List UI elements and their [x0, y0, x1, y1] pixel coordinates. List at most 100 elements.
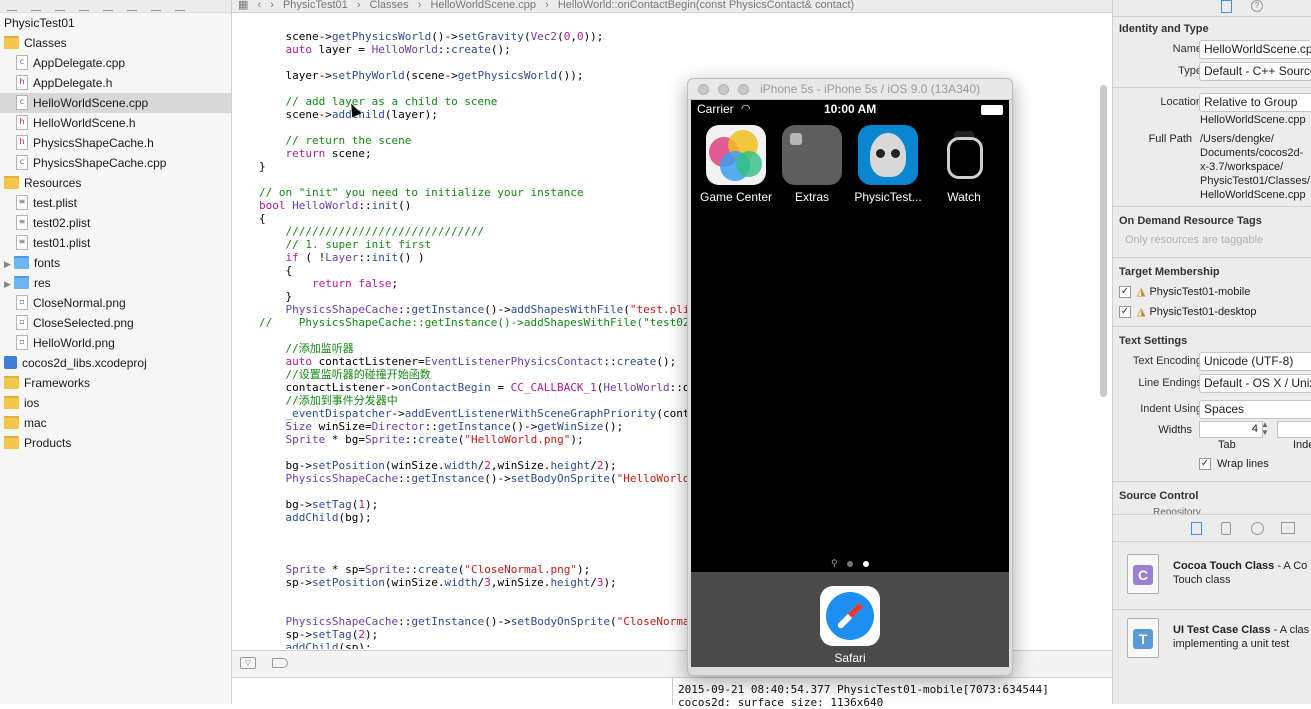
breakpoint-icon[interactable] — [272, 658, 288, 668]
jump-segment-method[interactable]: HelloWorld::onContactBegin(const Physics… — [558, 0, 854, 11]
odr-placeholder: Only resources are taggable — [1125, 234, 1264, 246]
app-label: PhysicTest... — [854, 190, 922, 204]
help-inspector-icon[interactable]: ? — [1251, 0, 1263, 12]
forward-arrow-icon[interactable]: › — [270, 0, 274, 11]
disclosure-triangle-icon[interactable]: ▶ — [4, 254, 14, 274]
search-tab-icon[interactable] — [55, 4, 65, 11]
tree-item[interactable]: Frameworks — [0, 373, 231, 393]
wrap-lines-label: Wrap lines — [1217, 458, 1269, 470]
device-screen[interactable]: Carrier ◠ 10:00 AM Game Center Extras Ph… — [691, 100, 1009, 667]
checkbox-checked-icon[interactable]: ✓ — [1119, 286, 1131, 299]
back-arrow-icon[interactable]: ‹ — [257, 0, 261, 11]
indent-select[interactable]: Spaces — [1199, 400, 1311, 419]
library-item-desc: - A Co — [1274, 560, 1308, 572]
tree-item[interactable]: ▶ fonts — [0, 253, 231, 273]
tree-item[interactable]: h HelloWorldScene.h — [0, 113, 231, 133]
fullpath-line: /Users/dengke/ — [1200, 133, 1274, 145]
tree-item[interactable]: Resources — [0, 173, 231, 193]
encoding-select[interactable]: Unicode (UTF-8) — [1199, 352, 1311, 371]
tree-item[interactable]: h AppDelegate.h — [0, 73, 231, 93]
tree-item[interactable]: PhysicTest01 — [0, 13, 231, 33]
location-select[interactable]: Relative to Group — [1199, 93, 1311, 112]
editor-scrollbar[interactable] — [1100, 85, 1107, 397]
breakpoint-tab-icon[interactable] — [151, 4, 161, 11]
jump-segment-group[interactable]: Classes — [370, 0, 409, 11]
jump-separator: › — [356, 0, 361, 11]
jump-segment-project[interactable]: PhysicTest01 — [283, 0, 348, 11]
checkbox-checked-icon[interactable]: ✓ — [1199, 458, 1211, 471]
jump-separator: › — [417, 0, 422, 11]
library-item-cocoa-touch[interactable]: C Cocoa Touch Class - A Co Touch class — [1113, 546, 1311, 606]
disclosure-triangle-icon[interactable]: ▶ — [4, 274, 14, 294]
page-dot[interactable] — [847, 561, 853, 567]
app-label: Watch — [947, 190, 981, 204]
close-button[interactable] — [698, 84, 709, 95]
tree-item[interactable]: ▫ CloseNormal.png — [0, 293, 231, 313]
issue-tab-icon[interactable] — [79, 4, 89, 11]
wrap-lines-row[interactable]: ✓ Wrap lines — [1113, 455, 1311, 477]
app-extras[interactable]: Extras — [774, 125, 850, 204]
media-library-icon[interactable] — [1281, 522, 1295, 534]
app-game-center[interactable]: Game Center — [698, 125, 774, 204]
test-tab-icon[interactable] — [103, 4, 113, 11]
file-template-icon[interactable] — [1191, 522, 1202, 535]
project-navigator: PhysicTest01 Classes c AppDelegate.cpp h AppD… — [0, 0, 232, 704]
tree-item[interactable]: ios — [0, 393, 231, 413]
grid-icon[interactable]: ▦ — [238, 0, 248, 11]
odr-section-header: On Demand Resource Tags — [1119, 215, 1262, 227]
tree-item[interactable]: Classes — [0, 33, 231, 53]
target-row-mobile[interactable]: ✓ ◮ PhysicTest01-mobile — [1113, 282, 1311, 302]
identity-section-header: Identity and Type — [1119, 23, 1209, 35]
tree-item[interactable]: Products — [0, 433, 231, 453]
code-snippet-icon[interactable] — [1221, 522, 1231, 535]
folder-tab-icon[interactable] — [7, 4, 17, 11]
target-row-desktop[interactable]: ✓ ◮ PhysicTest01-desktop — [1113, 302, 1311, 322]
endings-select[interactable]: Default - OS X / Unix — [1199, 374, 1311, 393]
debug-tab-icon[interactable] — [127, 4, 137, 11]
file-inspector-icon[interactable] — [1221, 0, 1232, 13]
tree-item[interactable]: ▫ HelloWorld.png — [0, 333, 231, 353]
hide-debug-icon[interactable]: ▽ — [240, 657, 256, 669]
tree-item[interactable]: cocos2d_libs.xcodeproj — [0, 353, 231, 373]
minimize-button[interactable] — [718, 84, 729, 95]
tree-item[interactable]: h PhysicsShapeCache.h — [0, 133, 231, 153]
name-field[interactable]: HelloWorldScene.cpp — [1199, 40, 1311, 59]
tree-item[interactable]: ≡ test.plist — [0, 193, 231, 213]
simulator-titlebar[interactable]: iPhone 5s - iPhone 5s / iOS 9.0 (13A340) — [688, 79, 1012, 100]
app-physictest[interactable]: PhysicTest... — [850, 125, 926, 204]
jump-segment-file[interactable]: HelloWorldScene.cpp — [430, 0, 536, 11]
folder-icon — [782, 125, 842, 185]
tree-item[interactable]: c HelloWorldScene.cpp — [0, 93, 231, 113]
tree-item[interactable]: c AppDelegate.cpp — [0, 53, 231, 73]
console-divider[interactable] — [672, 678, 673, 705]
checkbox-checked-icon[interactable]: ✓ — [1119, 306, 1131, 319]
library-item-ui-test[interactable]: T UI Test Case Class - A clas implementi… — [1113, 609, 1311, 670]
encoding-label: Text Encoding — [1132, 355, 1202, 367]
tab-width-field[interactable]: 4 — [1199, 421, 1263, 438]
plist-file-icon: ≡ — [16, 215, 28, 231]
tab-stepper-icon[interactable]: ▲ ▼ — [1261, 421, 1269, 437]
header-file-icon: h — [16, 135, 28, 151]
indent-width-field[interactable] — [1277, 421, 1311, 438]
app-safari[interactable]: Safari — [812, 586, 888, 665]
tree-item[interactable]: ≡ test01.plist — [0, 233, 231, 253]
cpp-file-icon: c — [16, 95, 28, 111]
report-tab-icon[interactable] — [175, 4, 185, 11]
app-watch[interactable]: Watch — [926, 125, 1002, 204]
tree-item[interactable]: ▫ CloseSelected.png — [0, 313, 231, 333]
symbol-tab-icon[interactable] — [31, 4, 41, 11]
page-dot-active[interactable] — [863, 561, 869, 567]
fullpath-line: PhysicTest01/Classes/ — [1200, 175, 1311, 187]
type-select[interactable]: Default - C++ Source — [1199, 62, 1311, 81]
class-letter: T — [1133, 629, 1153, 649]
zoom-button[interactable] — [738, 84, 749, 95]
tree-item[interactable]: mac — [0, 413, 231, 433]
ios-simulator-window[interactable]: iPhone 5s - iPhone 5s / iOS 9.0 (13A340)… — [687, 78, 1013, 676]
folder-icon — [4, 416, 19, 430]
tree-item[interactable]: ▶ res — [0, 273, 231, 293]
object-library-icon[interactable] — [1251, 522, 1264, 535]
tree-item-label: mac — [24, 416, 47, 430]
library-item-title: Cocoa Touch Class — [1173, 560, 1275, 572]
tree-item[interactable]: c PhysicsShapeCache.cpp — [0, 153, 231, 173]
tree-item[interactable]: ≡ test02.plist — [0, 213, 231, 233]
